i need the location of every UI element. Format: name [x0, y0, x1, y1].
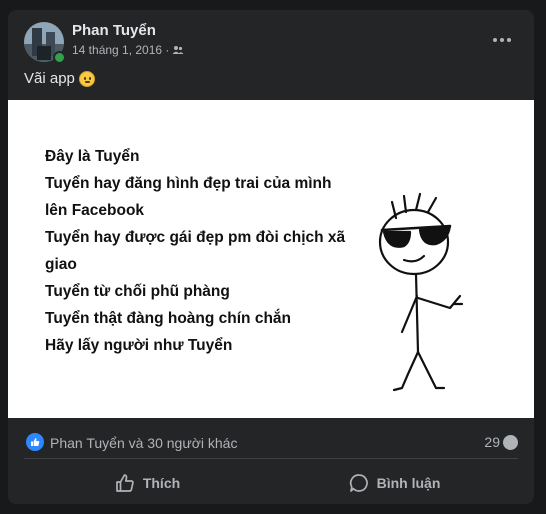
more-options-icon[interactable] — [488, 30, 516, 50]
online-status-dot — [53, 51, 66, 64]
smiley-emoji-icon — [78, 70, 95, 87]
post-caption: Vãi app — [24, 70, 95, 87]
like-label: Thích — [142, 475, 181, 491]
post-header: Phan Tuyển 14 tháng 1, 2016 · — [8, 10, 534, 66]
meme-text: Đây là Tuyển Tuyển hay đăng hình đẹp tra… — [45, 143, 345, 359]
stick-figure-drawing — [378, 192, 464, 392]
meme-line: Tuyển thật đàng hoàng chín chắn — [45, 310, 291, 327]
reactors-summary[interactable]: Phan Tuyển và 30 người khác — [50, 435, 237, 451]
comment-icon — [349, 474, 368, 492]
reactions-bar: Phan Tuyển và 30 người khác 29 — [24, 428, 518, 459]
post-meta: 14 tháng 1, 2016 · — [72, 43, 184, 57]
meme-line: Đây là Tuyển — [45, 148, 140, 165]
meme-line: lên Facebook — [45, 202, 145, 219]
comment-bubble-icon — [503, 434, 518, 450]
meme-line: Hãy lấy người như Tuyển — [45, 337, 233, 354]
meme-line: Tuyển hay được gái đẹp pm đòi chịch xã — [45, 229, 346, 246]
meme-line: Tuyển từ chối phũ phàng — [45, 283, 230, 300]
post-date[interactable]: 14 tháng 1, 2016 · — [72, 43, 169, 57]
post-card: Phan Tuyển 14 tháng 1, 2016 · Vãi app Đâ… — [8, 10, 534, 504]
like-button[interactable]: Thích — [24, 466, 271, 500]
comment-label: Bình luận — [376, 475, 441, 491]
meme-line: giao — [45, 256, 77, 273]
comment-count-value: 29 — [484, 434, 500, 450]
friends-icon — [172, 46, 184, 54]
meme-line: Tuyển hay đăng hình đẹp trai của mình — [45, 175, 332, 192]
comment-count[interactable]: 29 — [484, 434, 518, 450]
comment-button[interactable]: Bình luận — [271, 466, 518, 500]
post-image[interactable]: Đây là Tuyển Tuyển hay đăng hình đẹp tra… — [8, 100, 534, 418]
thumbs-up-icon — [115, 474, 134, 492]
caption-text: Vãi app — [24, 70, 75, 87]
like-reaction-icon[interactable] — [26, 433, 44, 451]
post-author[interactable]: Phan Tuyển — [72, 22, 156, 39]
post-actions: Thích Bình luận — [24, 466, 518, 500]
